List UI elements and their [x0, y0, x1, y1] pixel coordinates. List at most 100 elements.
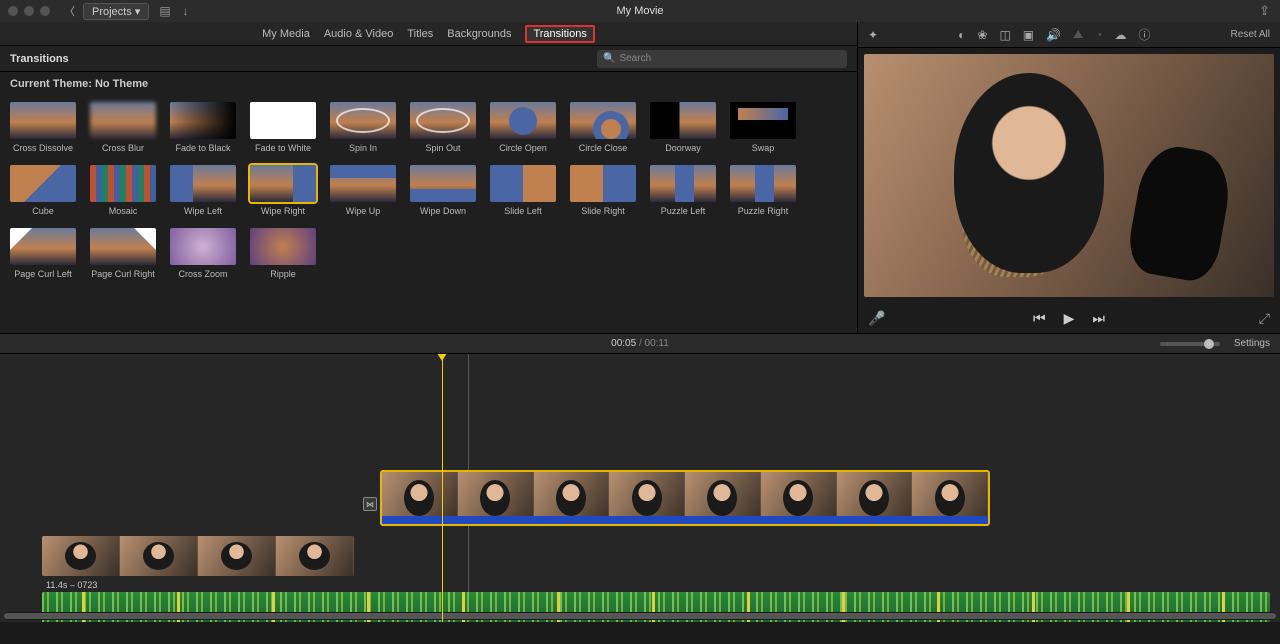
transition-ripple[interactable]: Ripple — [250, 228, 316, 279]
transition-thumb — [250, 228, 316, 265]
clip-filter-icon[interactable]: ☁ — [1114, 28, 1126, 42]
transition-thumb — [410, 165, 476, 202]
tab-backgrounds[interactable]: Backgrounds — [447, 28, 511, 40]
tab-titles[interactable]: Titles — [407, 28, 433, 40]
timecode: 00:05 / 00:11 — [611, 338, 669, 349]
zoom-slider[interactable] — [1160, 342, 1220, 346]
transition-thumb — [730, 165, 796, 202]
transition-thumb — [170, 228, 236, 265]
browser-header: Transitions — [10, 53, 69, 65]
transition-label: Wipe Right — [261, 206, 305, 216]
transition-page-curl-left[interactable]: Page Curl Left — [10, 228, 76, 279]
transition-cross-dissolve[interactable]: Cross Dissolve — [10, 102, 76, 153]
tab-my-media[interactable]: My Media — [262, 28, 310, 40]
voiceover-icon[interactable]: 🎤 — [868, 310, 885, 327]
transition-label: Spin Out — [425, 143, 460, 153]
transition-puzzle-left[interactable]: Puzzle Left — [650, 165, 716, 216]
transition-thumb — [330, 102, 396, 139]
transition-cross-zoom[interactable]: Cross Zoom — [170, 228, 236, 279]
library-list-icon[interactable]: ▤ — [159, 4, 170, 18]
transition-thumb — [330, 165, 396, 202]
transition-thumb — [570, 165, 636, 202]
transition-thumb — [250, 102, 316, 139]
transition-fade-to-black[interactable]: Fade to Black — [170, 102, 236, 153]
transition-wipe-down[interactable]: Wipe Down — [410, 165, 476, 216]
minimize-window[interactable] — [24, 6, 34, 16]
magic-wand-icon[interactable]: ✦ — [868, 28, 878, 42]
close-window[interactable] — [8, 6, 18, 16]
theme-label: Current Theme: No Theme — [0, 72, 857, 96]
transition-label: Spin In — [349, 143, 377, 153]
color-correction-icon[interactable]: ❀ — [977, 28, 987, 42]
transition-slide-left[interactable]: Slide Left — [490, 165, 556, 216]
transition-thumb — [490, 102, 556, 139]
video-clip-selected[interactable] — [380, 470, 990, 526]
timeline-settings-button[interactable]: Settings — [1234, 338, 1270, 349]
playback-controls: 🎤 ⏮ ▶ ⏭ ⤢ — [858, 303, 1280, 333]
tab-audio-video[interactable]: Audio & Video — [324, 28, 394, 40]
transition-thumb — [250, 165, 316, 202]
volume-icon[interactable]: 🔊 — [1046, 28, 1061, 42]
preview-canvas[interactable] — [864, 54, 1274, 297]
window-controls — [8, 6, 50, 16]
transition-label: Cross Zoom — [178, 269, 227, 279]
transition-label: Doorway — [665, 143, 701, 153]
transition-marker[interactable]: ⋈ — [363, 497, 377, 511]
info-icon[interactable]: ⓘ — [1138, 26, 1150, 43]
transition-thumb — [10, 165, 76, 202]
transition-label: Ripple — [270, 269, 296, 279]
transition-thumb — [170, 102, 236, 139]
zoom-window[interactable] — [40, 6, 50, 16]
projects-button[interactable]: Projects ▾ — [83, 3, 149, 20]
transition-label: Slide Right — [581, 206, 625, 216]
crop-icon[interactable]: ◫ — [999, 28, 1010, 42]
speed-icon[interactable]: ◔ — [1095, 28, 1102, 42]
import-icon[interactable]: ↓ — [183, 4, 189, 18]
transition-wipe-right[interactable]: Wipe Right — [250, 165, 316, 216]
transition-circle-open[interactable]: Circle Open — [490, 102, 556, 153]
transition-thumb — [730, 102, 796, 139]
stabilize-icon[interactable]: ▣ — [1023, 28, 1034, 42]
back-button[interactable]: 〈 — [64, 3, 75, 19]
playhead[interactable] — [442, 354, 443, 622]
transition-wipe-up[interactable]: Wipe Up — [330, 165, 396, 216]
transition-swap[interactable]: Swap — [730, 102, 796, 153]
transition-wipe-left[interactable]: Wipe Left — [170, 165, 236, 216]
transition-puzzle-right[interactable]: Puzzle Right — [730, 165, 796, 216]
transition-label: Page Curl Right — [91, 269, 155, 279]
next-frame-button[interactable]: ⏭ — [1092, 310, 1105, 327]
search-input[interactable]: 🔍 Search — [597, 50, 847, 68]
prev-frame-button[interactable]: ⏮ — [1033, 310, 1046, 327]
titlebar: 〈 Projects ▾ ▤ ↓ My Movie ⇪ — [0, 0, 1280, 22]
transition-cube[interactable]: Cube — [10, 165, 76, 216]
transition-fade-to-white[interactable]: Fade to White — [250, 102, 316, 153]
viewer-toolbar: ✦ ◐ ❀ ◫ ▣ 🔊 ⛰ ◔ ☁ ⓘ Reset All — [858, 22, 1280, 48]
noise-icon[interactable]: ⛰ — [1073, 27, 1083, 42]
audio-clip-label: 11.4s – 0723 — [46, 580, 97, 590]
transition-page-curl-right[interactable]: Page Curl Right — [90, 228, 156, 279]
transition-doorway[interactable]: Doorway — [650, 102, 716, 153]
play-button[interactable]: ▶ — [1064, 310, 1075, 327]
media-browser: My Media Audio & Video Titles Background… — [0, 22, 858, 333]
color-balance-icon[interactable]: ◐ — [958, 28, 965, 42]
transition-circle-close[interactable]: Circle Close — [570, 102, 636, 153]
transition-cross-blur[interactable]: Cross Blur — [90, 102, 156, 153]
timeline[interactable]: ⋈ 11.4s – 0723 — [0, 354, 1280, 622]
transition-label: Circle Close — [579, 143, 628, 153]
transition-spin-out[interactable]: Spin Out — [410, 102, 476, 153]
horizontal-scrollbar[interactable] — [4, 612, 1276, 620]
transition-spin-in[interactable]: Spin In — [330, 102, 396, 153]
reset-all-button[interactable]: Reset All — [1231, 29, 1270, 40]
transition-mosaic[interactable]: Mosaic — [90, 165, 156, 216]
fullscreen-icon[interactable]: ⤢ — [1259, 310, 1270, 327]
transition-label: Fade to Black — [175, 143, 230, 153]
video-clip-secondary[interactable] — [42, 536, 354, 576]
share-icon[interactable]: ⇪ — [1259, 3, 1270, 19]
transition-thumb — [650, 102, 716, 139]
transition-thumb — [650, 165, 716, 202]
tab-transitions[interactable]: Transitions — [525, 25, 594, 43]
transition-label: Slide Left — [504, 206, 542, 216]
transition-label: Cross Dissolve — [13, 143, 73, 153]
transition-slide-right[interactable]: Slide Right — [570, 165, 636, 216]
transition-thumb — [10, 228, 76, 265]
